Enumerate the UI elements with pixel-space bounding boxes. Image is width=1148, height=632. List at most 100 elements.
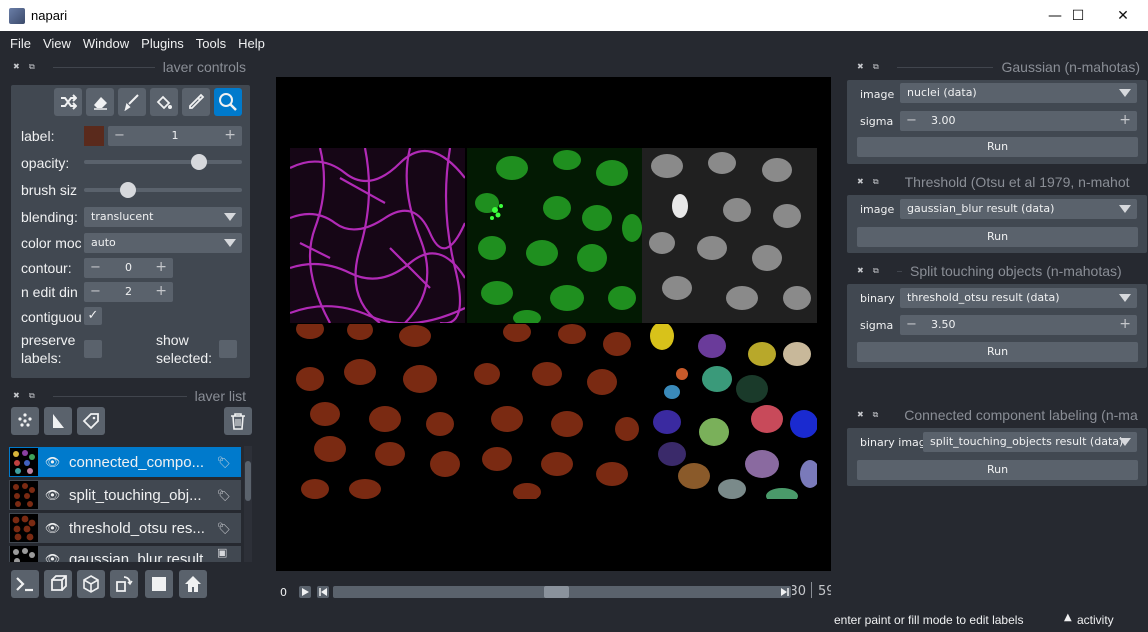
menu-view[interactable]: View: [37, 36, 77, 51]
new-shapes-layer-button[interactable]: [44, 407, 72, 435]
dock-close-icon[interactable]: ✖: [857, 266, 867, 276]
chevron-down-icon: [1119, 294, 1131, 302]
dock-close-icon[interactable]: ✖: [13, 62, 23, 72]
brush-size-slider[interactable]: [84, 188, 242, 192]
new-labels-layer-button[interactable]: [77, 407, 105, 435]
dock-float-icon[interactable]: ⧉: [873, 266, 883, 276]
decrement-icon[interactable]: −: [906, 113, 917, 128]
ndisplay-button[interactable]: [44, 570, 72, 598]
binary-image-dropdown[interactable]: split_touching_objects result (data): [923, 432, 1137, 452]
points-icon: [18, 413, 32, 427]
pan-zoom-button[interactable]: [214, 88, 242, 116]
viewer-canvas[interactable]: [276, 77, 831, 571]
layer-row[interactable]: 👁 threshold_otsu res... 🏷: [9, 513, 241, 543]
sigma-value: 3.00: [931, 114, 956, 127]
opacity-slider-handle[interactable]: [190, 154, 207, 170]
menu-tools[interactable]: Tools: [190, 36, 232, 51]
dock-close-icon[interactable]: ✖: [857, 62, 867, 72]
run-button[interactable]: Run: [857, 460, 1138, 480]
visibility-eye-icon[interactable]: 👁: [45, 455, 63, 469]
console-button[interactable]: [11, 570, 39, 598]
contour-spinbox[interactable]: − 0 +: [84, 258, 173, 278]
image-dropdown[interactable]: nuclei (data): [900, 83, 1137, 103]
activity-button[interactable]: activity: [1077, 613, 1114, 627]
play-button[interactable]: [299, 586, 311, 598]
increment-icon[interactable]: +: [1119, 112, 1131, 128]
roll-dims-button[interactable]: [77, 570, 105, 598]
binary-dropdown[interactable]: threshold_otsu result (data): [900, 288, 1137, 308]
dims-slider-row: 0 30 59: [276, 580, 831, 604]
scrollbar-handle[interactable]: [245, 461, 251, 501]
increment-icon[interactable]: +: [1119, 316, 1131, 332]
increment-icon[interactable]: +: [224, 127, 236, 143]
image-dropdown[interactable]: gaussian_blur result (data): [900, 199, 1137, 219]
brush-size-slider-handle[interactable]: [119, 182, 136, 198]
dock-float-icon[interactable]: ⧉: [29, 62, 39, 72]
dock-close-icon[interactable]: ✖: [13, 391, 23, 401]
widget-title: Split touching objects (n-mahotas): [910, 263, 1122, 279]
contiguous-checkbox[interactable]: ✓: [84, 307, 102, 325]
close-button[interactable]: ✕: [1100, 0, 1146, 31]
increment-icon[interactable]: +: [155, 259, 167, 275]
dims-slider-track[interactable]: [333, 586, 789, 598]
step-forward-button[interactable]: [779, 586, 791, 598]
show-selected-checkbox[interactable]: [219, 340, 237, 358]
preserve-labels-checkbox[interactable]: [84, 340, 102, 358]
home-button[interactable]: [179, 570, 207, 598]
layer-row[interactable]: 👁 split_touching_obj... 🏷: [9, 480, 241, 510]
frame-current-label: 30: [792, 584, 806, 599]
shuffle-colors-button[interactable]: [54, 88, 82, 116]
run-button[interactable]: Run: [857, 227, 1138, 247]
n-edit-dim-spinbox[interactable]: − 2 +: [84, 282, 173, 302]
color-mode-dropdown[interactable]: auto: [84, 233, 242, 253]
labels-layer-tag-icon: 🏷: [217, 455, 231, 469]
color-mode-value: auto: [91, 236, 116, 249]
sigma-spinbox[interactable]: − 3.50 +: [900, 315, 1137, 335]
layer-thumbnail: [10, 448, 38, 476]
layer-controls-panel: label: − 1 + opacity: brush siz blending…: [11, 85, 250, 378]
layer-thumbnail: [10, 514, 38, 542]
dock-float-icon[interactable]: ⧉: [873, 62, 883, 72]
run-button[interactable]: Run: [857, 342, 1138, 362]
dims-slider-handle[interactable]: [544, 586, 569, 598]
layer-row[interactable]: 👁 gaussian_blur result ▣: [9, 546, 241, 562]
increment-icon[interactable]: +: [155, 283, 167, 299]
new-points-layer-button[interactable]: [11, 407, 39, 435]
step-back-button[interactable]: [317, 586, 329, 598]
run-button[interactable]: Run: [857, 137, 1138, 157]
image-field-label: image: [860, 88, 895, 101]
menu-help[interactable]: Help: [232, 36, 271, 51]
opacity-slider[interactable]: [84, 160, 242, 164]
menu-window[interactable]: Window: [77, 36, 135, 51]
menu-plugins[interactable]: Plugins: [135, 36, 190, 51]
layer-row[interactable]: 👁 connected_compo... 🏷: [9, 447, 241, 477]
layer-list-scrollbar[interactable]: [244, 446, 252, 562]
blending-dropdown[interactable]: translucent: [84, 207, 242, 227]
pick-button[interactable]: [182, 88, 210, 116]
step-forward-icon: [781, 588, 789, 596]
dock-float-icon[interactable]: ⧉: [29, 391, 39, 401]
binary-image-dropdown-value: split_touching_objects result (data): [930, 435, 1124, 448]
visibility-eye-icon[interactable]: 👁: [45, 552, 63, 562]
maximize-button[interactable]: ☐: [1055, 0, 1101, 31]
label-spinbox[interactable]: − 1 +: [108, 126, 242, 146]
erase-button[interactable]: [86, 88, 114, 116]
paint-button[interactable]: [118, 88, 146, 116]
grid-mode-button[interactable]: [145, 570, 173, 598]
transpose-dims-button[interactable]: [110, 570, 138, 598]
sigma-spinbox[interactable]: − 3.00 +: [900, 111, 1137, 131]
label-color-swatch[interactable]: [84, 126, 104, 146]
visibility-eye-icon[interactable]: 👁: [45, 488, 63, 502]
decrement-icon[interactable]: −: [906, 317, 917, 332]
caret-up-icon[interactable]: ▲: [1064, 612, 1072, 623]
menu-file[interactable]: File: [4, 36, 37, 51]
delete-layer-button[interactable]: [224, 407, 252, 435]
dock-close-icon[interactable]: ✖: [857, 410, 867, 420]
dock-float-icon[interactable]: ⧉: [873, 410, 883, 420]
shapes-icon: [53, 414, 64, 428]
split-touching-widget: binary threshold_otsu result (data) sigm…: [847, 284, 1147, 368]
dock-float-icon[interactable]: ⧉: [873, 177, 883, 187]
fill-button[interactable]: [150, 88, 178, 116]
dock-close-icon[interactable]: ✖: [857, 177, 867, 187]
visibility-eye-icon[interactable]: 👁: [45, 521, 63, 535]
